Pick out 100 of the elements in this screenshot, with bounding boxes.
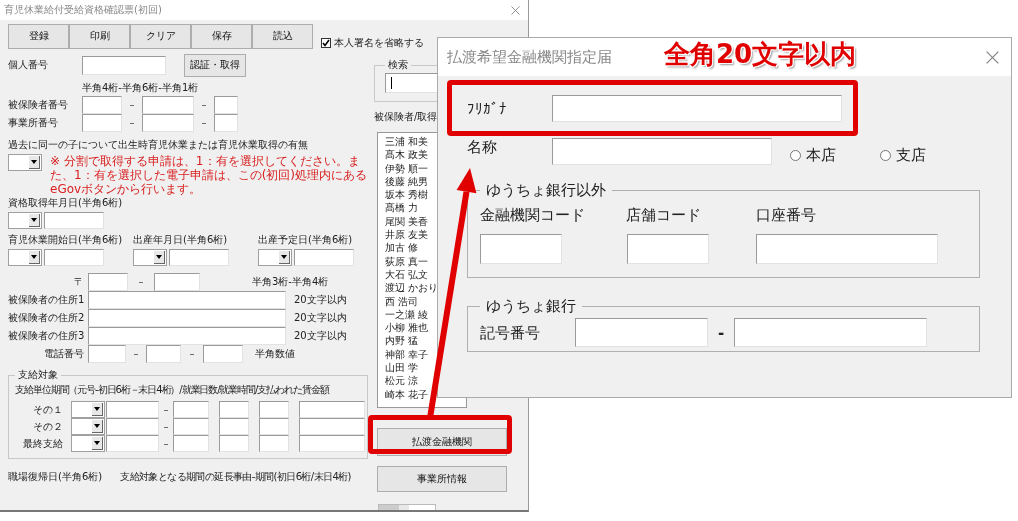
hint-text: 半角3桁-半角4桁 — [252, 275, 329, 288]
field-label: 店舗コード — [626, 206, 702, 224]
field-label: 出産予定日(半角6桁) — [258, 234, 354, 246]
input-field[interactable] — [299, 435, 365, 452]
input-field[interactable] — [299, 401, 365, 418]
field-label: 職場復帰日(半角6桁) — [8, 471, 103, 483]
dropdown[interactable] — [71, 418, 105, 435]
separator: – — [162, 437, 170, 450]
input-field[interactable] — [299, 418, 365, 435]
dropdown[interactable] — [133, 249, 167, 266]
separator: – — [128, 117, 136, 129]
input-field[interactable] — [214, 114, 238, 132]
field-label: ﾌﾘｶﾞﾅ — [467, 99, 508, 118]
input-field[interactable] — [219, 418, 249, 435]
input-field[interactable] — [82, 55, 166, 75]
input-field[interactable] — [480, 234, 562, 264]
field-label: 電話番号 — [43, 348, 85, 360]
input-field[interactable] — [106, 418, 159, 435]
dropdown[interactable] — [8, 154, 42, 171]
input-field[interactable] — [142, 96, 194, 114]
separator: - — [716, 323, 726, 342]
radio-button[interactable]: 本店 — [790, 146, 836, 164]
close-icon[interactable] — [511, 5, 520, 15]
toolbar-button[interactable]: 読込 — [252, 23, 313, 49]
separator: – — [162, 420, 170, 433]
input-field[interactable] — [88, 327, 286, 345]
input-field[interactable] — [552, 138, 772, 165]
text-cursor — [391, 77, 392, 89]
field-label: 支給単位期間（元号-初日6桁－末日4桁）/就業日数/就業時間/支払われた賃金額 — [15, 384, 331, 396]
input-field[interactable] — [214, 96, 238, 114]
office-button[interactable]: 事業所情報 — [377, 466, 507, 492]
field-label: 口座番号 — [756, 206, 816, 224]
group-title: 検索 — [387, 59, 409, 71]
hint-text: 20文字以内 — [294, 330, 347, 342]
input-field[interactable] — [44, 212, 104, 229]
input-field[interactable] — [627, 234, 709, 264]
dropdown[interactable] — [71, 435, 105, 452]
dropdown[interactable] — [71, 401, 105, 418]
field-label: 被保険者の住所2 — [8, 312, 86, 324]
group-title: ゆうちょ銀行以外 — [485, 181, 607, 199]
input-field[interactable] — [575, 318, 708, 347]
checkmark-icon — [322, 39, 330, 47]
input-field[interactable] — [88, 345, 126, 363]
input-field[interactable] — [146, 345, 181, 363]
field-label: 育児休業開始日(半角6桁) — [8, 234, 124, 246]
input-field[interactable] — [259, 435, 289, 452]
caret-icon — [94, 407, 100, 411]
window-title: 育児休業給付受給資格確認票(初回) — [4, 4, 162, 16]
input-field[interactable] — [106, 401, 159, 418]
toolbar-button[interactable]: クリア — [130, 23, 191, 49]
field-label: 金融機関コード — [480, 206, 586, 224]
separator: – — [162, 403, 170, 416]
input-field[interactable] — [106, 435, 159, 452]
input-field[interactable] — [82, 114, 122, 132]
field-label: 過去に同一の子について出生時育児休業または育児休業取得の有無 — [8, 139, 309, 151]
field-label: 名称 — [467, 138, 498, 156]
input-field[interactable] — [88, 272, 128, 291]
input-field[interactable] — [203, 345, 243, 363]
caret-icon — [281, 255, 287, 259]
dropdown[interactable] — [8, 212, 42, 229]
input-field[interactable] — [88, 309, 286, 327]
input-field[interactable] — [259, 401, 289, 418]
input-field[interactable] — [756, 234, 938, 264]
separator: – — [132, 348, 140, 360]
postal-mark: 〒 — [73, 275, 85, 288]
input-field[interactable] — [154, 272, 200, 291]
input-field[interactable] — [294, 249, 354, 266]
input-field[interactable] — [552, 95, 842, 122]
input-field[interactable] — [173, 418, 209, 435]
caret-icon — [31, 255, 37, 259]
field-label: 記号番号 — [480, 323, 541, 342]
input-field[interactable] — [734, 318, 927, 347]
dropdown[interactable] — [8, 249, 42, 266]
input-field[interactable] — [142, 114, 194, 132]
checkbox[interactable]: 本人署名を省略する — [321, 37, 424, 49]
toolbar-button[interactable]: 登録 — [8, 23, 69, 49]
dialog-title: 払渡希望金融機関指定届 — [447, 48, 612, 66]
input-field[interactable] — [82, 96, 122, 114]
caret-icon — [31, 218, 37, 222]
input-field[interactable] — [173, 435, 209, 452]
input-field[interactable] — [88, 291, 286, 309]
warning-text: ※ 分割で取得する申請は、1：有を選択してください。また、1：有を選択した電子申請は、この(初回)処理内にあるeGovボタンから行います。 — [50, 154, 368, 196]
group-title: ゆうちょ銀行 — [485, 297, 577, 315]
input-field[interactable] — [173, 401, 209, 418]
input-field[interactable] — [44, 249, 104, 266]
hint-text: 半角4桁-半角6桁-半角1桁 — [82, 82, 200, 94]
auth-button[interactable]: 認証・取得 — [184, 53, 246, 77]
caret-icon — [31, 160, 37, 164]
input-field[interactable] — [259, 418, 289, 435]
dropdown[interactable] — [258, 249, 292, 266]
toolbar-button[interactable]: 印刷 — [69, 23, 130, 49]
input-field[interactable] — [219, 435, 249, 452]
radio-button[interactable]: 支店 — [880, 146, 926, 164]
field-label: 被保険者の住所1 — [8, 294, 86, 306]
close-icon[interactable] — [986, 50, 999, 64]
toolbar-button[interactable]: 保存 — [191, 23, 252, 49]
input-field[interactable] — [169, 249, 229, 266]
hint-text: 半角数値 — [255, 348, 295, 360]
input-field[interactable] — [219, 401, 249, 418]
separator: – — [200, 99, 208, 111]
